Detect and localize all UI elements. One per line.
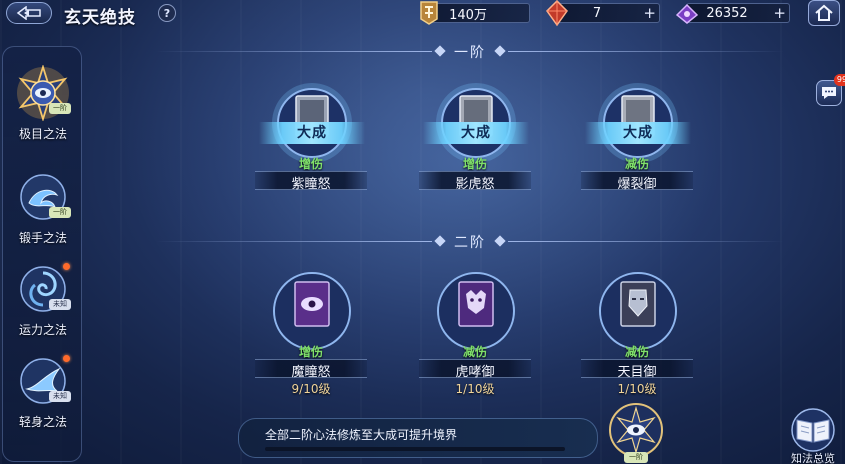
sidebar-item-label: 轻身之法: [18, 415, 67, 429]
skill-badge: 大成: [423, 122, 529, 144]
resource-value: 26352: [706, 5, 748, 21]
add-gem-button[interactable]: +: [773, 4, 786, 22]
skill-name: 影虎怒: [455, 177, 495, 192]
back-button[interactable]: [6, 2, 52, 24]
resource-honor: 140万: [420, 1, 530, 25]
sidebar-item-label: 极目之法: [18, 127, 67, 141]
skill-name: 虎哮御: [455, 365, 495, 380]
skill-card[interactable]: 增伤 魔瞳怒 9/10级: [241, 268, 381, 428]
back-arrow-icon: [16, 6, 41, 20]
realm-emblem-button[interactable]: 一阶: [604, 402, 668, 464]
skill-name-bar: 紫瞳怒: [255, 171, 367, 192]
sidebar: 一阶 极目之法 一阶 锻手之法 未知 运力之法 未知 轻身之法: [2, 46, 82, 462]
top-bar: 玄天绝技 ? 140万 7 + 26352 +: [0, 0, 845, 30]
skill-name: 爆裂御: [617, 177, 657, 192]
realm-tag: 一阶: [624, 452, 648, 463]
progress-bar: [265, 447, 565, 451]
sidebar-tag: 未知: [49, 391, 71, 402]
skill-card[interactable]: 大成 减伤 爆裂御: [567, 80, 707, 240]
progress-hint: 全部二阶心法修炼至大成可提升境界: [265, 428, 458, 442]
skill-effect: 减伤: [462, 345, 487, 359]
skill-name: 紫瞳怒: [291, 177, 331, 192]
tier-title: 二阶: [454, 235, 486, 251]
notification-dot: [63, 355, 70, 362]
sidebar-item-label: 锻手之法: [18, 231, 67, 245]
divider: [508, 51, 784, 52]
home-button[interactable]: [808, 0, 840, 26]
help-button[interactable]: ?: [158, 4, 176, 22]
resource-value: 7: [592, 5, 602, 21]
chat-unread-badge: 99: [834, 74, 845, 86]
overview-label: 知法总览: [791, 452, 835, 464]
sidebar-item-jimu[interactable]: 一阶 极目之法: [3, 65, 83, 155]
skill-name-bar: 爆裂御: [581, 171, 693, 192]
skill-level: 1/10级: [455, 382, 495, 396]
skill-name-bar: 影虎怒: [419, 171, 531, 192]
beast-book-icon: [437, 272, 515, 350]
tier-header: 二阶: [156, 232, 784, 252]
tier-title: 一阶: [454, 45, 486, 61]
skill-effect: 增伤: [298, 157, 323, 171]
page-title: 玄天绝技: [64, 8, 136, 28]
notification-dot: [63, 263, 70, 270]
mask-book-icon: [599, 272, 677, 350]
resource-value: 140万: [449, 7, 487, 23]
skill-card[interactable]: 大成 增伤 紫瞳怒: [241, 80, 381, 240]
skill-card[interactable]: 大成 增伤 影虎怒: [405, 80, 545, 240]
skill-effect: 减伤: [624, 157, 649, 171]
divider: [508, 241, 784, 242]
add-crystal-button[interactable]: +: [643, 4, 656, 22]
home-icon: [815, 4, 833, 21]
skill-name-bar: 魔瞳怒: [255, 359, 367, 380]
skill-name-bar: 天目御: [581, 359, 693, 380]
skill-card[interactable]: 减伤 虎哮御 1/10级: [405, 268, 545, 428]
skill-name: 天目御: [617, 365, 657, 380]
sidebar-item-duanshou[interactable]: 一阶 锻手之法: [3, 169, 83, 259]
realm-progress-panel: 全部二阶心法修炼至大成可提升境界: [238, 418, 598, 458]
overview-book-button[interactable]: 知法总览: [787, 408, 839, 464]
tier-header: 一阶: [156, 42, 784, 62]
skill-badge: 大成: [585, 122, 691, 144]
sidebar-tag: 一阶: [49, 103, 71, 114]
skill-level: 1/10级: [617, 382, 657, 396]
resource-crystal: 7 +: [546, 0, 660, 27]
skill-name-bar: 虎哮御: [419, 359, 531, 380]
skill-effect: 减伤: [624, 345, 649, 359]
open-book-icon: [791, 408, 835, 452]
sidebar-tag: 未知: [49, 299, 71, 310]
skill-name: 魔瞳怒: [291, 365, 331, 380]
skill-badge: 大成: [259, 122, 365, 144]
eye-emblem-icon: [609, 403, 663, 457]
skill-effect: 增伤: [298, 345, 323, 359]
sidebar-item-yunli[interactable]: 未知 运力之法: [3, 261, 83, 351]
eye-book-icon: [273, 272, 351, 350]
sidebar-item-label: 运力之法: [18, 323, 67, 337]
resource-gem: 26352 +: [675, 3, 790, 24]
sidebar-tag: 一阶: [49, 207, 71, 218]
chat-bubble-icon: [822, 87, 836, 99]
skill-level: 9/10级: [291, 382, 331, 396]
sidebar-item-qingshen[interactable]: 未知 轻身之法: [3, 353, 83, 443]
skill-effect: 增伤: [462, 157, 487, 171]
